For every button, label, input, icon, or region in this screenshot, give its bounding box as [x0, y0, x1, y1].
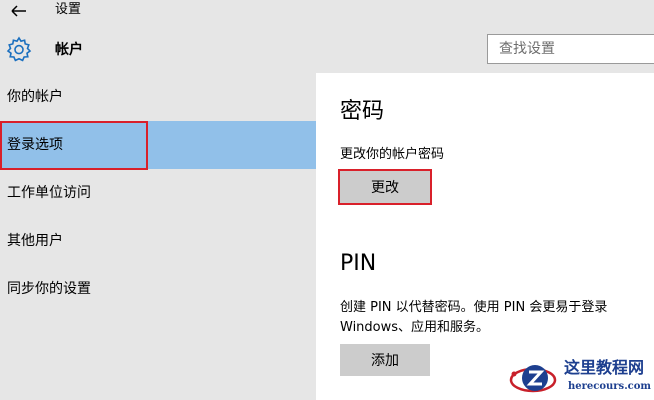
- sidebar-item-label: 工作单位访问: [7, 185, 91, 201]
- watermark: 这里教程网 herecours.com: [508, 352, 654, 400]
- sidebar-item-label: 你的帐户: [7, 89, 63, 105]
- section-title: 帐户: [55, 42, 83, 58]
- change-password-button[interactable]: 更改: [340, 171, 430, 203]
- sidebar-item-other-users[interactable]: 其他用户: [0, 217, 316, 265]
- password-description: 更改你的帐户密码: [340, 147, 445, 162]
- watermark-name: 这里教程网: [564, 358, 645, 377]
- search-box[interactable]: [487, 34, 654, 64]
- title-bar: 设置 帐户: [0, 0, 654, 73]
- app-title: 设置: [55, 2, 82, 17]
- watermark-url: herecours.com: [568, 381, 652, 392]
- sidebar-item-label: 其他用户: [7, 233, 63, 249]
- sidebar: 你的帐户 登录选项 工作单位访问 其他用户 同步你的设置: [0, 73, 316, 400]
- sidebar-item-work-access[interactable]: 工作单位访问: [0, 169, 316, 217]
- main-content: 密码 更改你的帐户密码 更改 PIN 创建 PIN 以代替密码。使用 PIN 会…: [316, 73, 654, 400]
- sidebar-item-label: 同步你的设置: [7, 281, 91, 297]
- password-heading: 密码: [340, 99, 385, 124]
- sidebar-item-sign-in-options[interactable]: 登录选项: [0, 121, 316, 169]
- gear-icon: [6, 36, 32, 62]
- pin-description: 创建 PIN 以代替密码。使用 PIN 会更易于登录Windows、应用和服务。: [340, 300, 608, 335]
- back-arrow-icon: [11, 5, 26, 17]
- watermark-logo-icon: [509, 365, 557, 393]
- sidebar-item-label: 登录选项: [7, 137, 63, 153]
- pin-heading: PIN: [340, 251, 377, 276]
- back-button[interactable]: [6, 1, 32, 21]
- sidebar-item-your-account[interactable]: 你的帐户: [0, 73, 316, 121]
- sidebar-item-sync-settings[interactable]: 同步你的设置: [0, 265, 316, 313]
- add-pin-button[interactable]: 添加: [340, 344, 430, 376]
- search-input[interactable]: [488, 35, 654, 63]
